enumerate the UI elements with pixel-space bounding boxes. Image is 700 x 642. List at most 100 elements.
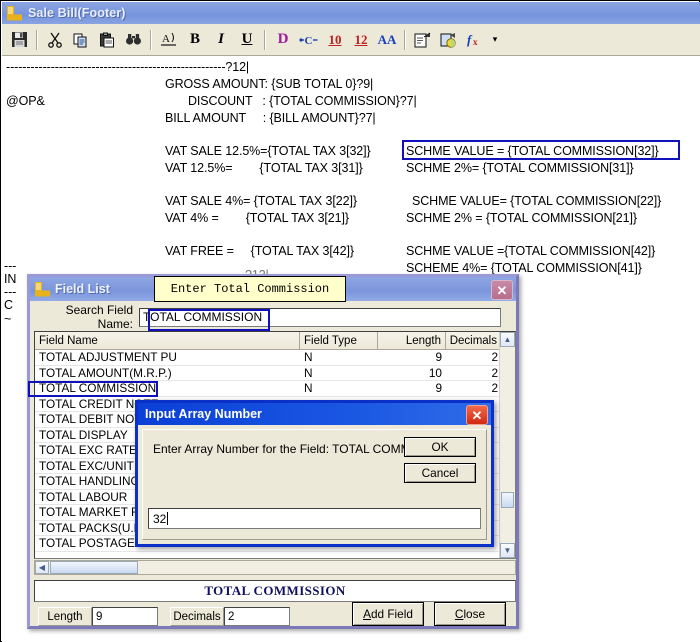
scroll-left-icon[interactable]: ◀	[35, 561, 49, 574]
table-row[interactable]: TOTAL ADJUSTMENT PU N 9 2	[35, 350, 515, 366]
save-icon[interactable]	[6, 27, 32, 53]
cell-field-type: N	[304, 350, 313, 365]
editor-line: SCHME VALUE= {TOTAL COMMISSION[22]}	[412, 194, 662, 208]
editor-line: IN	[4, 272, 17, 286]
editor-line: DISCOUNT : {TOTAL COMMISSION}?7|	[188, 94, 417, 108]
toolbar: A B I U D C 10 12 AA f x ▾	[2, 24, 700, 56]
decimals-input[interactable]: 2	[224, 607, 290, 626]
selected-field-display: TOTAL COMMISSION	[34, 580, 516, 602]
close-label-rest: lose	[463, 607, 486, 621]
grid-header: Field Name Field Type Length Decimals	[35, 332, 515, 350]
font-icon[interactable]: A	[156, 27, 182, 53]
add-field-label-rest: dd Field	[370, 607, 413, 621]
table-row[interactable]: TOTAL AMOUNT(M.R.P.) N 10 2	[35, 365, 515, 381]
bold-icon[interactable]: B	[182, 27, 208, 53]
grid-vertical-scrollbar[interactable]: ▲ ▼	[499, 332, 515, 558]
app-l-icon	[35, 281, 50, 297]
function-icon[interactable]: f x	[462, 27, 488, 53]
text-caret	[167, 512, 169, 525]
editor-line: VAT FREE = {TOTAL TAX 3[42]}	[165, 244, 354, 258]
cpi-12-icon[interactable]: 12	[348, 27, 374, 53]
italic-icon[interactable]: I	[208, 27, 234, 53]
condensed-icon[interactable]: C	[296, 27, 322, 53]
editor-line: VAT 12.5%= {TOTAL TAX 3[31]}	[165, 161, 363, 175]
editor-line: VAT 4% = {TOTAL TAX 3[21]}	[165, 211, 349, 225]
cell-field-type: N	[304, 365, 313, 380]
length-label: Length	[38, 607, 92, 626]
editor-line: ---	[4, 285, 17, 299]
cell-length: 9	[435, 350, 442, 365]
scroll-thumb-horizontal[interactable]	[50, 561, 138, 574]
ok-button[interactable]: OK	[404, 437, 476, 457]
schme-value-32-highlight	[402, 140, 680, 160]
total-commission-row-highlight	[28, 381, 158, 397]
editor-line: C	[4, 298, 13, 312]
search-field-row: Search Field Name: TOTAL COMMISSION	[34, 303, 514, 331]
svg-text:x: x	[473, 37, 478, 47]
grid-horizontal-scrollbar[interactable]: ◀	[34, 560, 516, 575]
dropdown-arrow-icon[interactable]: ▾	[488, 27, 502, 53]
editor-line: SCHME VALUE ={TOTAL COMMISSION[42]}	[406, 244, 656, 258]
editor-line: SCHME 2% = {TOTAL COMMISSION[21]}	[406, 211, 637, 225]
font-size-icon[interactable]: AA	[374, 27, 400, 53]
cell-decimals: 2	[491, 350, 498, 365]
editor-line: @OP&	[6, 94, 45, 108]
decimals-label: Decimals	[170, 607, 224, 626]
column-header-decimals[interactable]: Decimals	[446, 332, 502, 349]
app-root: Sale Bill(Footer) A B I U D C 10 12 AA f…	[0, 0, 700, 642]
cell-field-name: TOTAL AMOUNT(M.R.P.)	[39, 365, 172, 380]
enter-total-commission-callout: Enter Total Commission	[154, 276, 346, 302]
cut-icon[interactable]	[42, 27, 68, 53]
add-field-button[interactable]: Add Field	[352, 602, 424, 626]
field-list-close-icon[interactable]: ✕	[491, 280, 513, 300]
window-titlebar: Sale Bill(Footer)	[2, 2, 700, 24]
field-properties-row: Length 9 Decimals 2	[38, 607, 290, 626]
editor-line: VAT SALE 4%= {TOTAL TAX 3[22]}	[165, 194, 357, 208]
editor-line: VAT SALE 12.5%={TOTAL TAX 3[32]}	[165, 144, 371, 158]
scroll-thumb[interactable]	[501, 492, 514, 508]
editor-line: BILL AMOUNT : {BILL AMOUNT}?7|	[165, 111, 376, 125]
column-header-field-type[interactable]: Field Type	[300, 332, 378, 349]
cell-decimals: 2	[491, 381, 498, 396]
window-title: Sale Bill(Footer)	[28, 6, 126, 20]
cell-length: 10	[428, 365, 442, 380]
field-list-title: Field List	[55, 282, 110, 296]
underline-icon[interactable]: U	[234, 27, 260, 53]
array-dialog-titlebar: Input Array Number	[138, 403, 491, 425]
array-dialog-close-icon[interactable]: ✕	[466, 405, 488, 425]
array-dialog-body: Enter Array Number for the Field: TOTAL …	[142, 429, 487, 540]
svg-text:A: A	[162, 33, 170, 45]
color-icon[interactable]	[436, 27, 462, 53]
search-field-label: Search Field Name:	[65, 303, 133, 331]
main-window: Sale Bill(Footer) A B I U D C 10 12 AA f…	[2, 2, 700, 642]
editor-line: ----------------------------------------…	[6, 60, 250, 74]
array-number-value: 32	[153, 511, 167, 526]
app-l-icon	[7, 5, 22, 21]
array-dialog-title: Input Array Number	[145, 407, 262, 421]
toolbar-separator-2	[150, 29, 152, 50]
scroll-up-icon[interactable]: ▲	[500, 332, 515, 347]
cpi-10-icon[interactable]: 10	[322, 27, 348, 53]
scroll-down-icon[interactable]: ▼	[500, 543, 515, 558]
copy-icon[interactable]	[68, 27, 94, 53]
column-header-length[interactable]: Length	[378, 332, 446, 349]
cell-length: 9	[435, 381, 442, 396]
toolbar-separator-4	[404, 29, 406, 50]
editor-line: SCHME 2%= {TOTAL COMMISSION[31]}	[406, 161, 634, 175]
array-number-input[interactable]: 32	[148, 508, 481, 529]
cancel-button[interactable]: Cancel	[404, 463, 476, 483]
input-array-number-dialog: Input Array Number ✕ Enter Array Number …	[135, 400, 494, 547]
double-width-icon[interactable]: D	[270, 27, 296, 53]
cell-decimals: 2	[491, 365, 498, 380]
close-button[interactable]: Close	[434, 602, 506, 626]
length-input[interactable]: 9	[92, 607, 158, 626]
paste-icon[interactable]	[94, 27, 120, 53]
properties-icon[interactable]	[410, 27, 436, 53]
column-header-field-name[interactable]: Field Name	[35, 332, 300, 349]
search-value-highlight	[148, 309, 270, 331]
toolbar-separator-3	[264, 29, 266, 50]
field-list-buttons: Add Field Close	[352, 602, 506, 626]
cell-field-type: N	[304, 381, 313, 396]
toolbar-separator-1	[36, 29, 38, 50]
find-icon[interactable]	[120, 27, 146, 53]
